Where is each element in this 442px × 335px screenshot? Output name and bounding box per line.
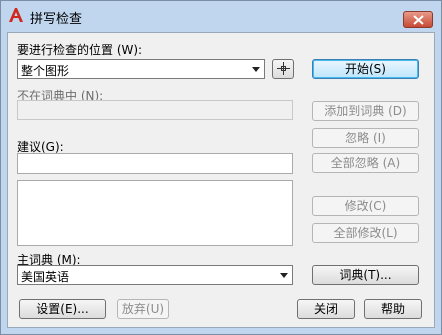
change-button[interactable]: 修改(C) [312, 196, 419, 216]
ignore-button[interactable]: 忽略 (I) [312, 128, 419, 148]
add-to-dictionary-button[interactable]: 添加到词典 (D) [312, 101, 419, 121]
undo-button[interactable]: 放弃(U) [117, 299, 169, 319]
dictionaries-button[interactable]: 词典(T)... [312, 265, 419, 285]
chevron-down-icon [280, 273, 288, 278]
check-where-dropdown[interactable]: 整个图形 [17, 59, 265, 79]
crosshair-icon [277, 62, 290, 75]
close-icon [413, 15, 424, 25]
start-button[interactable]: 开始(S) [312, 59, 419, 79]
check-where-value: 整个图形 [21, 64, 70, 78]
check-where-label: 要进行检查的位置 (W): [17, 43, 143, 57]
dialog-client-area: 要进行检查的位置 (W): 整个图形 开始(S) 不在词典中 (N): 添加到词… [7, 32, 435, 328]
spell-check-dialog: 拼写检查 要进行检查的位置 (W): 整个图形 开始(S) 不在词典中 (N):… [0, 0, 442, 335]
change-all-button[interactable]: 全部修改(L) [312, 223, 419, 243]
title-bar[interactable]: 拼写检查 [1, 1, 441, 31]
select-objects-button[interactable] [272, 59, 294, 79]
ignore-all-button[interactable]: 全部忽略 (A) [312, 153, 419, 173]
close-window-button[interactable] [403, 11, 433, 28]
suggestions-list[interactable] [17, 180, 293, 246]
chevron-down-icon [252, 67, 260, 72]
main-dictionary-dropdown[interactable]: 美国英语 [17, 265, 293, 285]
main-dictionary-value: 美国英语 [21, 270, 70, 284]
not-in-dictionary-field [17, 100, 293, 120]
help-button[interactable]: 帮助 [364, 299, 422, 319]
suggestion-field[interactable] [17, 153, 293, 174]
window-title: 拼写检查 [30, 12, 83, 27]
close-button[interactable]: 关闭 [297, 299, 355, 319]
settings-button[interactable]: 设置(E)... [19, 299, 106, 319]
autocad-a-icon [9, 8, 23, 22]
